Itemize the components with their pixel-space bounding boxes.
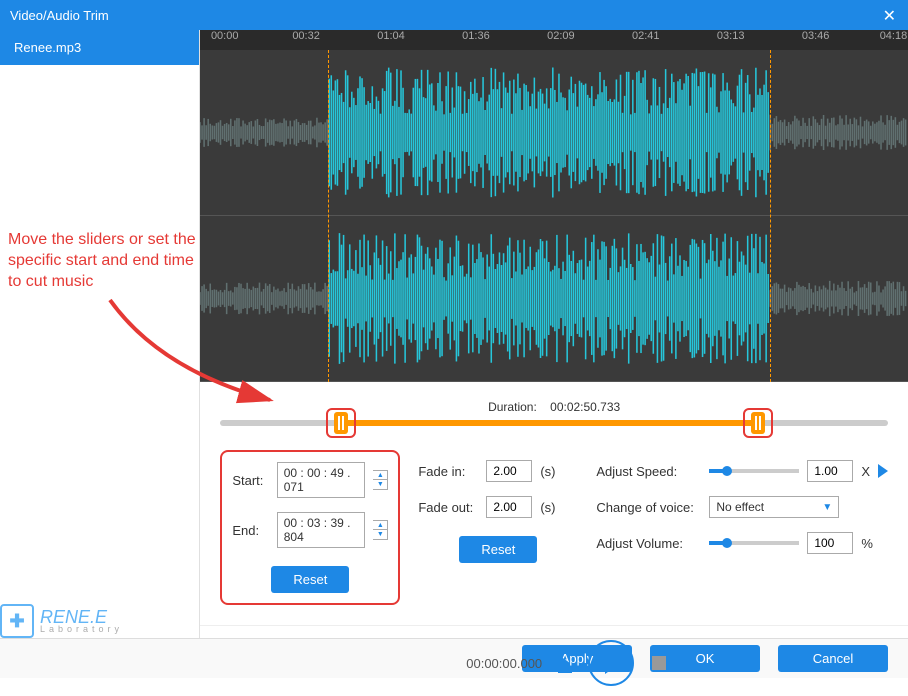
duration-value: 00:02:50.733 [550,400,620,414]
reset-trim-button[interactable]: Reset [271,566,349,593]
fadeout-label: Fade out: [418,500,478,515]
speed-input[interactable] [807,460,853,482]
fadein-label: Fade in: [418,464,478,479]
timeline-tick: 00:32 [292,30,320,42]
trim-marker-end [770,50,771,382]
fadeout-unit: (s) [540,500,555,515]
speed-label: Adjust Speed: [596,464,701,479]
playback-time: 00:00:00.000 [442,656,542,671]
start-label: Start: [232,473,268,488]
playback-bar: 00:00:00.000 [200,625,908,696]
voice-select[interactable]: No effect ▼ [709,496,839,518]
end-time-spinner[interactable]: ▲▼ [373,520,388,540]
voice-label: Change of voice: [596,500,701,515]
timeline-tick: 01:04 [377,30,405,42]
volume-suffix: % [861,536,873,551]
titlebar: Video/Audio Trim ✕ [0,0,908,30]
play-button[interactable] [588,640,634,686]
volume-input[interactable] [807,532,853,554]
timeline-ruler: 00:00 00:32 01:04 01:36 02:09 02:41 03:13 03:46… [200,30,908,50]
adjust-group: Adjust Speed: X Change of voice: No effe… [596,450,888,605]
speed-preview-icon[interactable] [878,464,888,478]
start-end-group: Start: 00 : 00 : 49 . 071 ▲▼ End: 00 : 0… [220,450,400,605]
waveform-display[interactable] [200,50,908,382]
timeline-tick: 02:09 [547,30,575,42]
trim-slider-track[interactable] [220,420,888,426]
volume-label: Adjust Volume: [596,536,701,551]
timeline-tick: 03:46 [802,30,830,42]
trim-marker-start [328,50,329,382]
fadeout-input[interactable] [486,496,532,518]
trim-handle-end[interactable] [751,412,765,434]
trim-slider-row: Duration: 00:02:50.733 [200,382,908,436]
file-list-item[interactable]: Renee.mp3 [0,30,199,65]
timeline-tick: 01:36 [462,30,490,42]
seek-icon[interactable] [560,656,570,670]
file-sidebar: Renee.mp3 [0,30,200,638]
fadein-input[interactable] [486,460,532,482]
stop-button[interactable] [652,656,666,670]
duration-label: Duration: [488,400,537,414]
timeline-tick: 03:13 [717,30,745,42]
reset-fade-button[interactable]: Reset [459,536,537,563]
voice-value: No effect [716,500,764,514]
timeline-tick: 04:18 [880,30,908,42]
chevron-down-icon: ▼ [822,502,832,513]
timeline-tick: 00:00 [211,30,239,42]
timeline-tick: 02:41 [632,30,660,42]
editor-panel: 00:00 00:32 01:04 01:36 02:09 02:41 03:13 03:46… [200,30,908,638]
speed-slider[interactable] [709,469,799,473]
speed-suffix: X [861,464,870,479]
volume-slider[interactable] [709,541,799,545]
waveform-channel-left [200,50,908,215]
end-time-input[interactable]: 00 : 03 : 39 . 804 [277,512,366,548]
start-time-input[interactable]: 00 : 00 : 49 . 071 [277,462,366,498]
window-title: Video/Audio Trim [10,8,109,23]
waveform-channel-right [200,216,908,381]
trim-slider-fill [341,420,758,426]
play-icon [605,652,621,674]
fadein-unit: (s) [540,464,555,479]
end-label: End: [232,523,268,538]
start-time-spinner[interactable]: ▲▼ [373,470,388,490]
close-icon[interactable]: ✕ [883,6,896,26]
fade-group: Fade in: (s) Fade out: (s) Reset [418,450,578,605]
trim-handle-start[interactable] [334,412,348,434]
